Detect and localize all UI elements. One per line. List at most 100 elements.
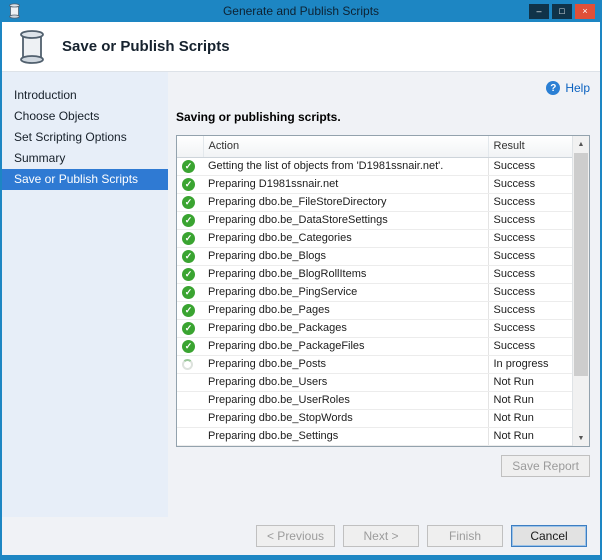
main-panel: ? Help Saving or publishing scripts. Act… <box>168 72 600 517</box>
table-row[interactable]: ✓ Preparing dbo.be_Categories Success <box>177 229 572 248</box>
action-cell: Preparing dbo.be_Posts <box>203 355 488 374</box>
result-cell: In progress <box>487 355 572 374</box>
result-cell: Success <box>487 337 572 356</box>
table-row[interactable]: ✓ Preparing dbo.be_Blogs Success <box>177 247 572 266</box>
progress-table: Action Result ✓ Getting the list of objec… <box>177 136 572 446</box>
result-cell: Not Run <box>487 427 572 446</box>
action-cell: Preparing dbo.be_Categories <box>203 229 488 248</box>
action-cell: Preparing dbo.be_Packages <box>203 319 488 338</box>
vertical-scrollbar[interactable]: ▲ ▼ <box>572 136 589 446</box>
success-check-icon: ✓ <box>182 249 195 263</box>
action-cell: Preparing dbo.be_DataStoreSettings <box>203 211 488 230</box>
success-check-icon: ✓ <box>182 195 195 209</box>
scroll-down-icon[interactable]: ▼ <box>573 430 589 446</box>
window-controls: – □ × <box>529 3 595 19</box>
finish-button[interactable]: Finish <box>427 525 503 547</box>
table-row[interactable]: Preparing dbo.be_Users Not Run <box>177 373 572 392</box>
result-cell: Not Run <box>487 391 572 410</box>
sidebar-item-set-scripting-options[interactable]: Set Scripting Options <box>2 127 168 148</box>
status-cell: ✓ <box>177 175 203 194</box>
scroll-up-icon[interactable]: ▲ <box>573 136 589 152</box>
sidebar-item-save-or-publish-scripts[interactable]: Save or Publish Scripts <box>2 169 168 190</box>
table-row[interactable]: ✓ Preparing dbo.be_FileStoreDirectory Succ… <box>177 193 572 212</box>
table-row[interactable]: Preparing dbo.be_StopWords Not Run <box>177 409 572 428</box>
table-row[interactable]: ✓ Preparing D1981ssnair.net Success <box>177 175 572 194</box>
save-report-button[interactable]: Save Report <box>501 455 590 477</box>
sidebar-item-introduction[interactable]: Introduction <box>2 85 168 106</box>
wizard-header: Save or Publish Scripts <box>2 22 600 72</box>
status-cell: ✓ <box>177 247 203 266</box>
script-scroll-icon <box>16 28 48 66</box>
result-cell: Success <box>487 265 572 284</box>
scripts-app-icon <box>7 3 22 19</box>
save-report-row: Save Report <box>176 455 590 477</box>
table-header-row: Action Result <box>177 136 572 158</box>
help-link[interactable]: ? Help <box>546 81 590 95</box>
success-check-icon: ✓ <box>182 231 195 245</box>
wizard-window: Generate and Publish Scripts – □ × Save … <box>0 0 602 560</box>
cancel-button[interactable]: Cancel <box>511 525 587 547</box>
success-check-icon: ✓ <box>182 267 195 281</box>
status-cell: ✓ <box>177 283 203 302</box>
action-cell: Preparing dbo.be_PingService <box>203 283 488 302</box>
table-row[interactable]: Preparing dbo.be_UserRoles Not Run <box>177 391 572 410</box>
footer-button-bar: < Previous Next > Finish Cancel <box>2 517 600 555</box>
status-cell: ✓ <box>177 265 203 284</box>
sidebar-item-summary[interactable]: Summary <box>2 148 168 169</box>
result-cell: Success <box>487 175 572 194</box>
titlebar[interactable]: Generate and Publish Scripts – □ × <box>2 0 600 22</box>
action-cell: Preparing dbo.be_FileStoreDirectory <box>203 193 488 212</box>
status-cell <box>177 409 203 428</box>
success-check-icon: ✓ <box>182 213 195 227</box>
sidebar-item-choose-objects[interactable]: Choose Objects <box>2 106 168 127</box>
action-cell: Preparing dbo.be_Users <box>203 373 488 392</box>
help-label: Help <box>565 81 590 95</box>
table-row[interactable]: ✓ Preparing dbo.be_DataStoreSettings Succe… <box>177 211 572 230</box>
window-title: Generate and Publish Scripts <box>222 4 380 18</box>
result-cell: Success <box>487 247 572 266</box>
status-cell <box>177 355 203 374</box>
table-row[interactable]: ✓ Preparing dbo.be_BlogRollItems Success <box>177 265 572 284</box>
wizard-body: Introduction Choose Objects Set Scripting … <box>2 72 600 517</box>
table-row[interactable]: Preparing dbo.be_Settings Not Run <box>177 427 572 446</box>
status-cell: ✓ <box>177 337 203 356</box>
table-row[interactable]: Preparing dbo.be_Posts In progress <box>177 355 572 374</box>
action-cell: Preparing dbo.be_StopWords <box>203 409 488 428</box>
result-cell: Success <box>487 319 572 338</box>
next-button[interactable]: Next > <box>343 525 419 547</box>
action-cell: Preparing dbo.be_PackageFiles <box>203 337 488 356</box>
success-check-icon: ✓ <box>182 177 195 191</box>
scrollbar-thumb[interactable] <box>574 153 588 377</box>
action-cell: Preparing D1981ssnair.net <box>203 175 488 194</box>
table-row[interactable]: ✓ Preparing dbo.be_Packages Success <box>177 319 572 338</box>
status-cell: ✓ <box>177 211 203 230</box>
action-cell: Preparing dbo.be_UserRoles <box>203 391 488 410</box>
table-row[interactable]: ✓ Preparing dbo.be_PingService Success <box>177 283 572 302</box>
result-cell: Success <box>487 157 572 176</box>
result-cell: Success <box>487 283 572 302</box>
status-cell <box>177 373 203 392</box>
result-cell: Success <box>487 193 572 212</box>
status-cell: ✓ <box>177 193 203 212</box>
status-cell <box>177 427 203 446</box>
maximize-button[interactable]: □ <box>552 3 572 19</box>
minimize-button[interactable]: – <box>529 3 549 19</box>
status-text: Saving or publishing scripts. <box>176 110 341 124</box>
table-row[interactable]: ✓ Preparing dbo.be_PackageFiles Success <box>177 337 572 356</box>
action-column-header: Action <box>202 136 488 158</box>
result-cell: Not Run <box>487 373 572 392</box>
success-check-icon: ✓ <box>182 285 195 299</box>
status-column-header <box>177 136 203 158</box>
action-cell: Preparing dbo.be_Blogs <box>203 247 488 266</box>
table-row[interactable]: ✓ Getting the list of objects from 'D1981… <box>177 157 572 176</box>
previous-button[interactable]: < Previous <box>255 525 335 547</box>
page-title: Save or Publish Scripts <box>62 38 230 55</box>
close-button[interactable]: × <box>575 3 595 19</box>
success-check-icon: ✓ <box>182 303 195 317</box>
action-cell: Preparing dbo.be_Settings <box>203 427 488 446</box>
help-row: ? Help <box>176 79 590 97</box>
status-cell: ✓ <box>177 319 203 338</box>
table-row[interactable]: ✓ Preparing dbo.be_Pages Success <box>177 301 572 320</box>
progress-table-container: Action Result ✓ Getting the list of objec… <box>176 135 590 447</box>
in-progress-spinner-icon <box>182 358 193 370</box>
